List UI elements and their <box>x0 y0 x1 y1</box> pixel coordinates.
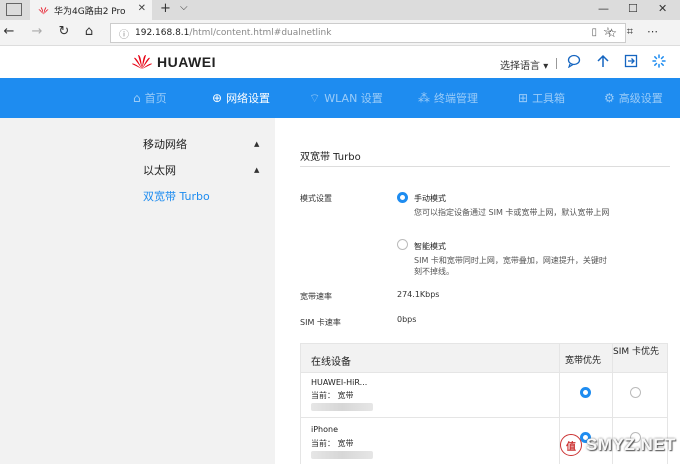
reading-view-icon[interactable]: ▯ <box>591 27 597 38</box>
blurred-mac-address <box>311 451 373 459</box>
language-label: 选择语言 <box>500 61 540 72</box>
nav-wlan-settings-label: WLAN 设置 <box>324 92 383 105</box>
manual-mode-radio[interactable] <box>397 192 408 203</box>
back-arrow-icon[interactable]: ← <box>0 24 18 39</box>
column-header-broadband-priority: 宽带优先 <box>565 356 602 366</box>
logout-icon[interactable] <box>624 54 638 72</box>
device-current-link: 当前： 宽带 <box>311 439 354 448</box>
address-bar: ← → ↻ ⌂ ⓘ 192.168.8.1 /html/content.html… <box>0 20 680 46</box>
nav-advanced-settings-label: 高级设置 <box>618 92 663 105</box>
url-path: /html/content.html#dualnetlink <box>189 28 332 38</box>
brand-name: HUAWEI <box>157 54 216 70</box>
smart-mode-title: 智能模式 <box>414 242 446 251</box>
tab-title: 华为4G路由2 Pro <box>54 6 126 17</box>
row-divider <box>301 417 667 418</box>
gear-icon: ⚙ <box>604 91 615 105</box>
divider <box>300 166 670 167</box>
minimize-icon[interactable]: — <box>598 2 609 15</box>
window-close-icon[interactable]: ✕ <box>658 2 667 15</box>
upgrade-arrow-icon[interactable] <box>596 54 610 72</box>
nav-toolbox-label: 工具箱 <box>532 92 566 105</box>
language-select[interactable]: 选择语言 ▾ <box>500 57 548 72</box>
main-content: 双宽带 Turbo 模式设置 手动模式 您可以指定设备通过 SIM 卡或宽带上网… <box>275 118 680 464</box>
sim-speed-label: SIM 卡速率 <box>300 318 341 327</box>
huawei-tab-icon <box>38 6 49 14</box>
watermark-badge: 值 <box>560 434 582 456</box>
manual-mode-description: 您可以指定设备通过 SIM 卡或宽带上网，默认宽带上网 <box>414 208 610 217</box>
column-header-device: 在线设备 <box>311 357 351 368</box>
nav-device-management[interactable]: ⁂ 终端管理 <box>418 90 478 106</box>
wifi-icon: ⌔ <box>309 91 321 105</box>
home-icon[interactable]: ⌂ <box>80 24 98 39</box>
huawei-petal-icon <box>132 54 152 69</box>
nav-network-settings[interactable]: ⊕ 网络设置 <box>212 90 270 106</box>
toolbox-icon: ⊞ <box>518 91 529 105</box>
row-divider <box>301 372 667 373</box>
home-icon: ⌂ <box>133 91 141 105</box>
mode-label: 模式设置 <box>300 194 332 203</box>
chevron-down-icon: ▾ <box>543 61 549 72</box>
globe-icon: ⊕ <box>212 91 223 105</box>
nav-network-settings-label: 网络设置 <box>226 92 271 105</box>
collapse-arrow-icon[interactable]: ▲ <box>254 140 259 148</box>
device-name: HUAWEI-HiR... <box>311 378 368 387</box>
devices-icon: ⁂ <box>418 91 430 105</box>
info-icon[interactable]: ⓘ <box>119 26 129 41</box>
collapse-arrow-icon[interactable]: ▲ <box>254 166 259 174</box>
router-header: HUAWEI 选择语言 ▾ <box>0 46 680 78</box>
nav-toolbox[interactable]: ⊞ 工具箱 <box>518 90 565 106</box>
message-icon[interactable] <box>567 54 581 72</box>
nav-wlan-settings[interactable]: ⌔ WLAN 设置 <box>309 90 383 106</box>
broadband-speed-label: 宽带速率 <box>300 292 332 301</box>
maximize-icon[interactable]: ☐ <box>628 2 638 15</box>
smart-mode-radio[interactable] <box>397 239 408 250</box>
huawei-logo[interactable]: HUAWEI <box>132 54 216 70</box>
sidebar: 移动网络 ▲ 以太网 ▲ 双宽带 Turbo <box>0 118 275 464</box>
column-header-sim-priority: SIM 卡优先 <box>613 347 659 357</box>
nav-advanced-settings[interactable]: ⚙ 高级设置 <box>604 90 663 106</box>
main-nav: ⌂ 首页 ⊕ 网络设置 ⌔ WLAN 设置 ⁂ 终端管理 ⊞ 工具箱 ⚙ 高级设置 <box>0 78 680 118</box>
nav-home-label: 首页 <box>144 92 167 105</box>
url-input[interactable]: ⓘ 192.168.8.1 /html/content.html#dualnet… <box>110 23 626 43</box>
tab-actions-icon[interactable] <box>6 3 22 16</box>
sim-speed-value: 0bps <box>397 315 417 324</box>
device-name: iPhone <box>311 425 339 434</box>
tab-list-chevron-icon[interactable]: ⌵ <box>180 2 188 13</box>
smart-mode-description: SIM 卡和宽带同时上网，宽带叠加，网速提升，关键时刻不掉线。 <box>414 256 607 276</box>
broadband-priority-radio[interactable] <box>580 387 591 398</box>
sidebar-item-ethernet[interactable]: 以太网 <box>143 162 176 178</box>
page-title: 双宽带 Turbo <box>300 152 361 163</box>
forward-arrow-icon[interactable]: → <box>28 24 46 39</box>
tab-close-icon[interactable]: ✕ <box>138 3 146 14</box>
watermark-text: SMYZ.NET <box>586 435 676 454</box>
toolbar-icons[interactable]: ☆⌗⋯ <box>603 25 672 39</box>
blurred-mac-address <box>311 403 373 411</box>
sim-priority-radio[interactable] <box>630 387 641 398</box>
browser-tab-bar: 华为4G路由2 Pro ✕ + ⌵ — ☐ ✕ <box>0 0 680 20</box>
device-current-link: 当前： 宽带 <box>311 391 354 400</box>
header-divider <box>556 58 557 69</box>
nav-device-management-label: 终端管理 <box>434 92 478 105</box>
sidebar-item-mobile-network[interactable]: 移动网络 <box>143 136 187 152</box>
nav-home[interactable]: ⌂ 首页 <box>133 90 167 106</box>
new-tab-button[interactable]: + <box>160 1 171 16</box>
refresh-icon[interactable]: ↻ <box>55 24 73 39</box>
browser-tab[interactable]: 华为4G路由2 Pro ✕ <box>30 0 152 20</box>
broadband-speed-value: 274.1Kbps <box>397 290 440 299</box>
sidebar-item-dual-broadband-turbo[interactable]: 双宽带 Turbo <box>143 188 210 204</box>
watermark: 值 SMYZ.NET <box>560 430 678 460</box>
manual-mode-title: 手动模式 <box>414 194 446 203</box>
url-host: 192.168.8.1 <box>135 28 190 38</box>
loading-spinner-icon <box>652 54 666 72</box>
